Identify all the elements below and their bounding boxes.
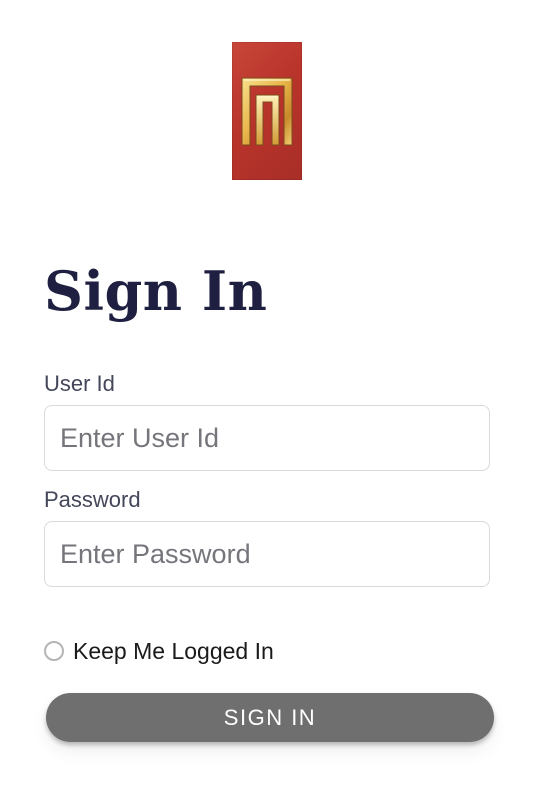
user-id-label: User Id	[44, 371, 115, 396]
user-id-input[interactable]	[44, 405, 490, 471]
sign-in-button[interactable]: SIGN IN	[46, 693, 494, 742]
keep-logged-in-label: Keep Me Logged In	[73, 637, 274, 664]
password-input[interactable]	[44, 521, 490, 587]
logo-icon	[232, 42, 302, 180]
radio-unchecked-icon[interactable]	[44, 641, 64, 661]
sign-in-page: Sign In User Id Password Keep Me Logged …	[0, 0, 534, 800]
keep-logged-in-option[interactable]: Keep Me Logged In	[44, 636, 274, 666]
page-title: Sign In	[44, 259, 268, 323]
password-label: Password	[44, 487, 141, 512]
